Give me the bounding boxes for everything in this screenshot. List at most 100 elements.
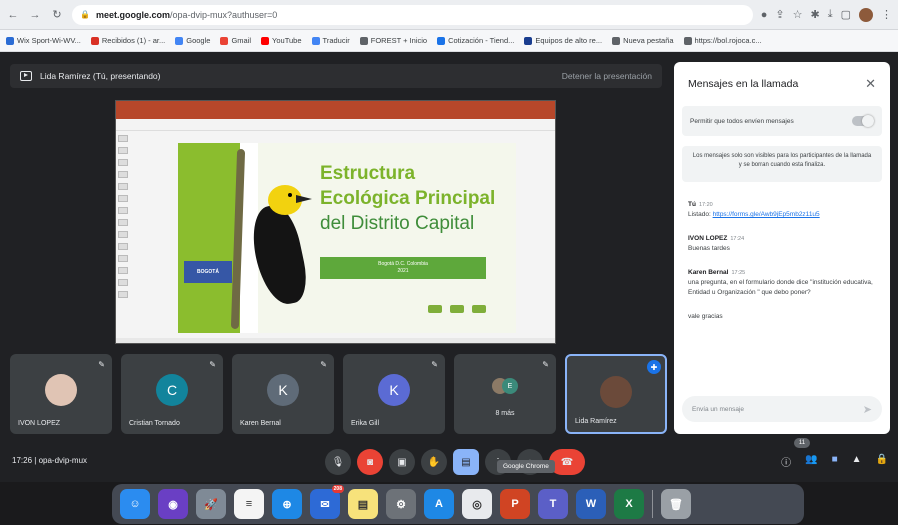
share-icon[interactable]: ⇪ [775,8,784,21]
bookmark-item[interactable]: Google [175,36,210,45]
reload-icon[interactable]: ↻ [50,8,64,22]
avatar: C [156,374,188,406]
system-preferences-icon[interactable]: ⚙ [386,489,416,519]
url-host: meet.google.com [95,9,170,20]
presentation-bar: Lida Ramírez (Tú, presentando) Detener l… [10,64,662,88]
bookmarks-bar: Wix Sport-Wi-WV... Recibidos (1) - ar... G… [0,30,898,52]
bookmark-item[interactable]: https://bol.rojoca.c... [683,36,762,45]
mic-muted-icon: ✎ [431,360,438,369]
presenter-label: Lida Ramírez (Tú, presentando) [40,71,161,81]
present-now-icon[interactable]: ▤ [453,449,479,475]
bookmark-item[interactable]: Traducir [311,36,350,45]
more-participants-tile[interactable]: ✎ E 8 más [454,354,556,434]
info-icon[interactable]: ⓘ [781,454,791,469]
lock-host-icon[interactable]: 🔒 [876,454,888,469]
tab-search-icon[interactable]: ▢ [841,8,851,21]
download-icon[interactable]: ⤓ [828,8,833,21]
bookmark-favicon-icon [359,36,368,45]
back-icon[interactable]: ← [6,8,20,22]
notes-icon[interactable]: ≡ [234,489,264,519]
bookmark-favicon-icon [437,36,446,45]
bookmark-label: Recibidos (1) - ar... [101,36,166,45]
mail-badge: 208 [331,485,344,493]
bookmark-item[interactable]: Gmail [220,36,251,45]
participant-tile[interactable]: ✎ K Erika Gill [343,354,445,434]
bookmark-item[interactable]: Recibidos (1) - ar... [90,36,166,45]
microphone-icon[interactable]: 🎙 [325,449,351,475]
bookmark-label: Nueva pestaña [623,36,674,45]
bookmark-item[interactable]: Nueva pestaña [612,36,674,45]
extensions-icon[interactable]: ✱ [811,8,820,21]
send-icon[interactable]: ➤ [863,403,872,416]
participant-tile[interactable]: ✎ IVON LOPEZ [10,354,112,434]
present-icon [20,71,32,81]
powerpoint-titlebar [116,101,555,119]
message-link[interactable]: https://forms.gle/Awb9jEp5mb2z11u5 [713,211,820,218]
participant-avatars: E [492,376,518,398]
powerpoint-statusbar [116,338,555,343]
app-store-icon[interactable]: A [424,489,454,519]
close-icon[interactable]: ✕ [865,76,876,92]
teams-icon[interactable]: T [538,489,568,519]
bookmark-label: Traducir [322,36,350,45]
star-icon[interactable]: ☆ [793,8,803,21]
message-time: 17:20 [698,202,713,208]
chat-message: vale gracias [688,312,876,322]
excel-icon[interactable]: X [614,489,644,519]
mic-muted-icon: ✎ [320,360,327,369]
slide-title: Estructura Ecológica Principal del Distr… [320,163,496,234]
captions-icon[interactable]: ▣ [389,449,415,475]
camera-indicator-icon[interactable]: ● [761,9,768,21]
people-icon[interactable]: 👥 [805,454,817,469]
participant-name: Erika Gill [351,420,380,427]
bogota-logo: BOGOTÁ [184,261,232,283]
address-bar[interactable]: 🔒 meet.google.com/opa-dvip-mux?authuser=… [72,4,753,25]
forward-icon[interactable]: → [28,8,42,22]
url-path: /opa-dvip-mux?authuser=0 [169,9,278,20]
chat-input[interactable]: Envía un mensaje ➤ [682,396,882,422]
bookmark-item[interactable]: Wix Sport-Wi-WV... [6,36,81,45]
siri-icon[interactable]: ◉ [158,489,188,519]
chat-icon[interactable]: ■ [832,454,838,469]
pin-icon[interactable]: ✚ [647,360,661,374]
trash-icon[interactable]: 🗑 [661,489,691,519]
mic-muted-icon: ✎ [542,360,549,369]
bookmark-item[interactable]: Equipos de alto re... [524,36,602,45]
stop-presenting-button[interactable]: Detener la presentación [562,71,652,81]
participant-tile[interactable]: ✎ C Cristian Tornado [121,354,223,434]
bookmark-item[interactable]: YouTube [261,36,302,45]
finder-icon[interactable]: ☺ [120,489,150,519]
chrome-icon[interactable]: ◎ [462,489,492,519]
safari-icon[interactable]: ⊕ [272,489,302,519]
chat-header: Mensajes en la llamada ✕ [674,62,890,106]
allow-messages-label: Permitir que todos envíen mensajes [690,117,794,125]
browser-toolbar: ← → ↻ 🔒 meet.google.com/opa-dvip-mux?aut… [0,0,898,30]
powerpoint-icon[interactable]: P [500,489,530,519]
bookmark-label: Cotización - Tiend... [448,36,515,45]
message-sender: Karen Bernal [688,269,729,276]
avatar: K [267,374,299,406]
notes2-icon[interactable]: ▤ [348,489,378,519]
bookmark-favicon-icon [261,36,270,45]
message-sender: Tú [688,201,696,208]
menu-icon[interactable]: ⋮ [881,8,892,21]
word-icon[interactable]: W [576,489,606,519]
activities-side-icon[interactable]: ▲ [852,454,862,469]
allow-messages-toggle[interactable] [852,115,874,127]
bookmark-item[interactable]: Cotización - Tiend... [437,36,514,45]
profile-avatar[interactable] [859,7,873,22]
participants-count-badge: 11 [794,438,810,448]
participant-name: IVON LOPEZ [18,420,61,427]
participant-tile[interactable]: ✚ Lida Ramírez [565,354,667,434]
camera-off-icon[interactable]: ◙ [357,449,383,475]
launchpad-icon[interactable]: 🚀 [196,489,226,519]
participant-tile[interactable]: ✎ K Karen Bernal [232,354,334,434]
side-controls: ⓘ 👥 ■ ▲ 🔒 [781,454,888,469]
slide: BOGOTÁ Estructura Ecológica Principal de… [178,143,516,333]
bookmark-label: FOREST + Inicio [370,36,428,45]
mail-icon[interactable]: ✉ 208 [310,485,344,519]
browser-actions: ● ⇪ ☆ ✱ ⤓ ▢ ⋮ [761,7,892,22]
bookmark-item[interactable]: FOREST + Inicio [359,36,428,45]
bookmark-favicon-icon [524,36,533,45]
raise-hand-icon[interactable]: ✋ [421,449,447,475]
